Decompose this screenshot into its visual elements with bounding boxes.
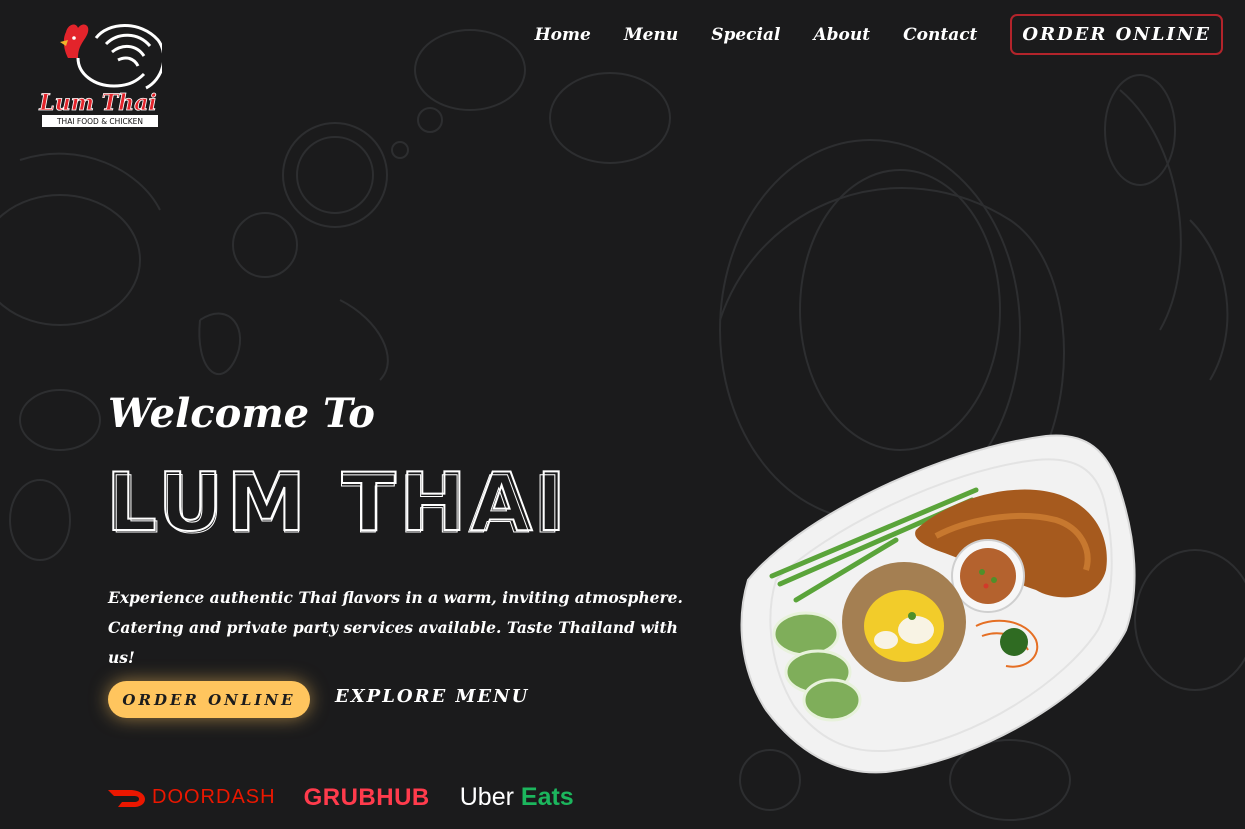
grubhub-link[interactable]: GRUBHUB [304, 784, 430, 812]
welcome-heading: Welcome To [108, 390, 375, 437]
ubereats-link[interactable]: Uber Eats [460, 783, 574, 812]
ubereats-uber: Uber [459, 783, 514, 811]
explore-menu-button[interactable]: EXPLORE MENU [335, 686, 529, 707]
hero-tagline: Experience authentic Thai flavors in a w… [108, 583, 688, 673]
nav-menu[interactable]: Menu [624, 25, 678, 45]
nav-home[interactable]: Home [535, 25, 591, 45]
main-nav: Home Menu Special About Contact ORDER ON… [535, 14, 1223, 55]
tagline-line-1: Experience authentic Thai flavors in a w… [108, 588, 683, 607]
nav-contact[interactable]: Contact [903, 25, 977, 45]
hero-order-online-button[interactable]: ORDER ONLINE [108, 681, 310, 718]
doordash-link[interactable]: DOORDASH [108, 786, 276, 809]
nav-about[interactable]: About [813, 25, 870, 45]
brand-title-inline: LUM THAI [109, 459, 566, 542]
ubereats-eats: Eats [520, 783, 574, 811]
rooster-logo[interactable]: Lum Thai THAI FOOD & CHICKEN [38, 18, 162, 130]
delivery-partners: DOORDASH GRUBHUB Uber Eats [108, 783, 574, 812]
logo-title: Lum Thai [38, 90, 156, 116]
nav-order-online-button[interactable]: ORDER ONLINE [1010, 14, 1223, 55]
doordash-icon [108, 789, 145, 807]
nav-special[interactable]: Special [711, 25, 780, 45]
brand-title: LUM THAI LUM THAI [105, 456, 567, 542]
logo-subtitle: THAI FOOD & CHICKEN [56, 117, 143, 126]
dish-image [740, 434, 1136, 774]
doordash-label: DOORDASH [152, 786, 276, 808]
tagline-line-2: Catering and private party services avai… [108, 618, 678, 667]
